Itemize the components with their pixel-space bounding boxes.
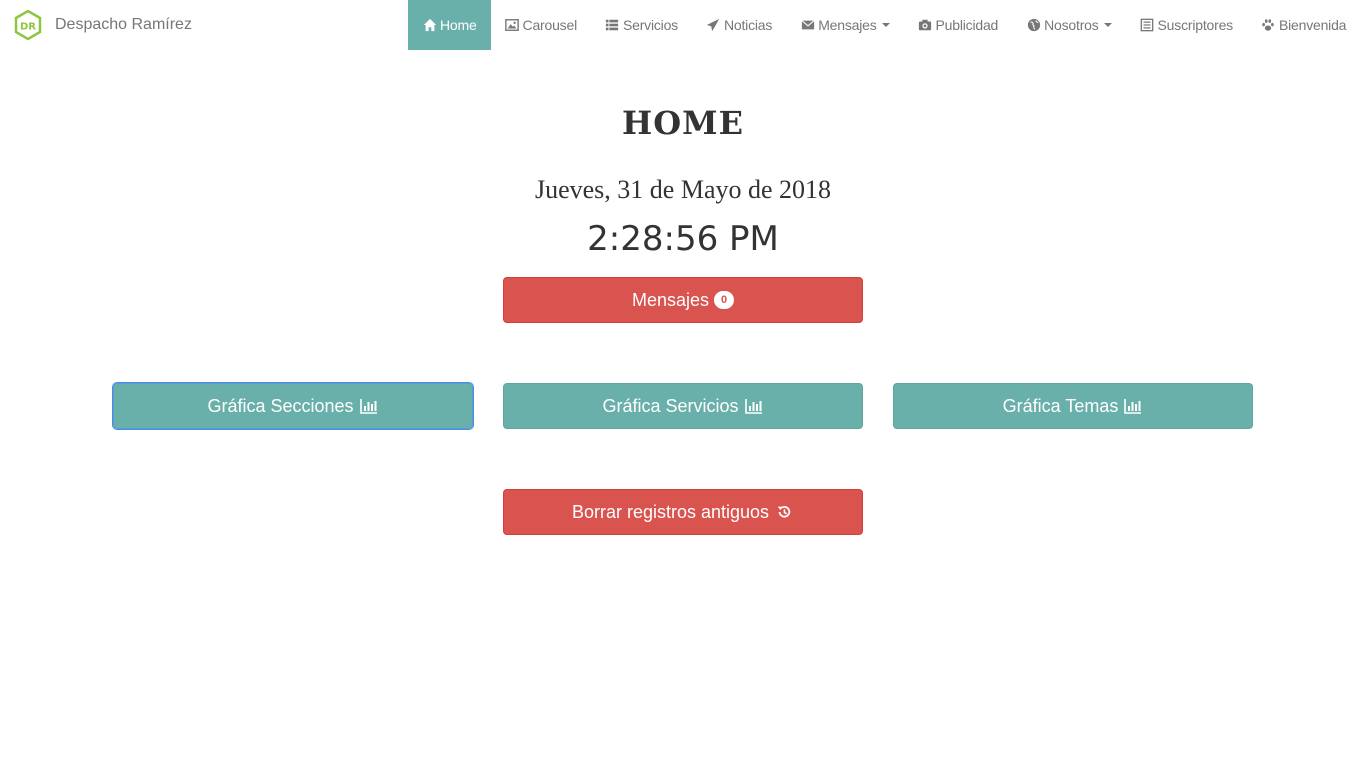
globe-icon: [1026, 18, 1041, 33]
top-navbar: DR Despacho Ramírez Home Carousel Servic…: [0, 0, 1366, 50]
nav-item-home[interactable]: Home: [408, 0, 491, 50]
messages-button[interactable]: Mensajes 0: [503, 277, 863, 323]
nav-item-mensajes[interactable]: Mensajes: [786, 0, 903, 50]
list-icon: [605, 18, 620, 33]
nav-item-label: Nosotros: [1044, 17, 1099, 33]
brand-logo-icon: DR: [14, 9, 42, 41]
list-alt-icon: [1140, 18, 1155, 33]
chart-sections-button[interactable]: Gráfica Secciones: [112, 382, 474, 430]
stats-icon: [1123, 397, 1143, 415]
stats-icon: [744, 397, 764, 415]
current-date: Jueves, 31 de Mayo de 2018: [534, 175, 832, 204]
nav-item-label: Mensajes: [818, 17, 877, 33]
chart-services-label: Gráfica Servicios: [602, 395, 739, 416]
nav-item-label: Carousel: [522, 17, 578, 33]
chevron-down-icon: [1103, 23, 1112, 27]
brand-link[interactable]: DR Despacho Ramírez: [14, 0, 192, 50]
nav-item-bienvenida[interactable]: Bienvenida: [1247, 0, 1360, 50]
nav-item-servicios[interactable]: Servicios: [591, 0, 692, 50]
camera-icon: [918, 18, 933, 33]
messages-button-label: Mensajes: [631, 289, 710, 310]
envelope-icon: [800, 18, 815, 33]
chart-services-button[interactable]: Gráfica Servicios: [503, 383, 863, 429]
nav-item-label: Noticias: [723, 17, 773, 33]
send-icon: [706, 18, 721, 33]
picture-icon: [505, 18, 520, 33]
history-icon: [774, 503, 794, 521]
brand-name: Despacho Ramírez: [55, 16, 192, 33]
nav-item-label: Bienvenida: [1278, 17, 1347, 33]
nav-item-label: Servicios: [622, 17, 678, 33]
home-icon: [422, 18, 437, 33]
messages-count-badge: 0: [714, 291, 735, 309]
paw-icon: [1261, 18, 1276, 33]
chevron-down-icon: [881, 23, 890, 27]
nav-item-publicidad[interactable]: Publicidad: [904, 0, 1013, 50]
nav-item-noticias[interactable]: Noticias: [692, 0, 786, 50]
main-nav: Home Carousel Servicios Noticias Mensaje…: [408, 0, 1360, 50]
delete-old-records-button[interactable]: Borrar registros antiguos: [503, 489, 863, 535]
nav-item-label: Suscriptores: [1157, 17, 1234, 33]
chart-sections-label: Gráfica Secciones: [207, 395, 354, 416]
current-time: 2:28:56 PM: [587, 219, 779, 259]
nav-item-label: Home: [440, 17, 477, 33]
nav-item-label: Publicidad: [935, 17, 999, 33]
delete-old-records-label: Borrar registros antiguos: [571, 501, 770, 522]
stats-icon: [359, 397, 379, 415]
chart-topics-button[interactable]: Gráfica Temas: [893, 383, 1253, 429]
chart-topics-label: Gráfica Temas: [1002, 395, 1119, 416]
nav-item-nosotros[interactable]: Nosotros: [1012, 0, 1125, 50]
svg-text:DR: DR: [20, 22, 36, 33]
nav-item-carousel[interactable]: Carousel: [491, 0, 591, 50]
nav-item-suscriptores[interactable]: Suscriptores: [1126, 0, 1247, 50]
page-title: HOME: [622, 104, 744, 142]
